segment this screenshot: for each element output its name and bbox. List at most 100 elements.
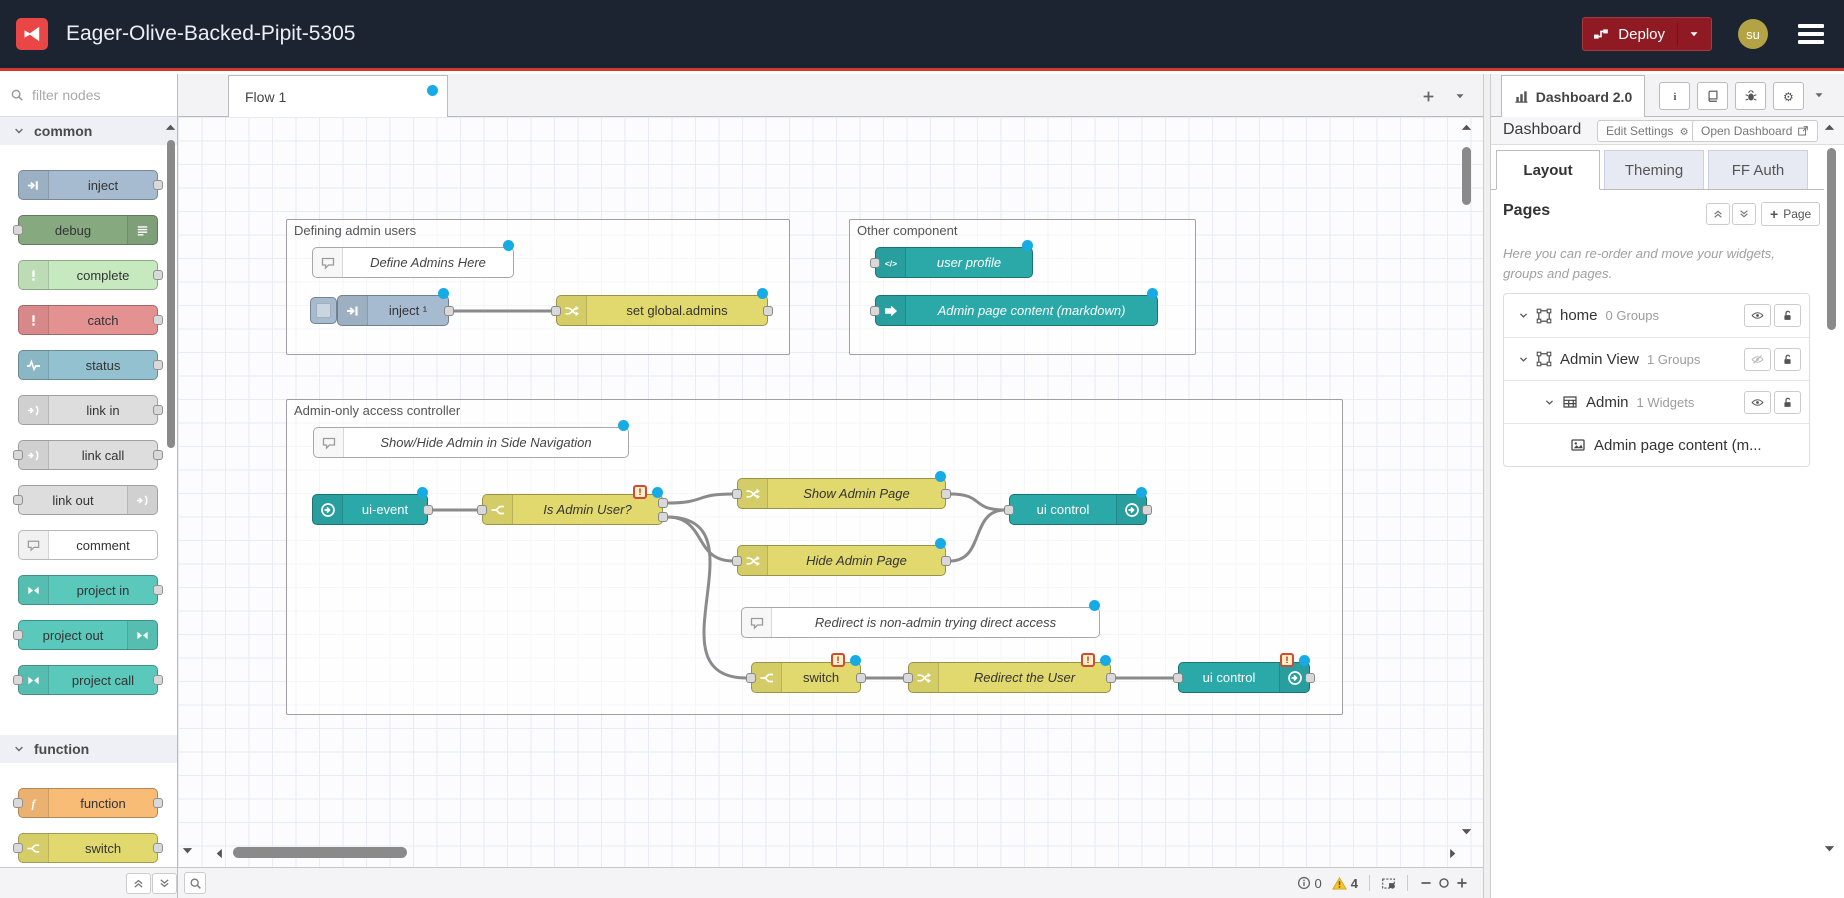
eye-button[interactable] <box>1744 304 1771 327</box>
sidebar-scroll-down-arrow[interactable] <box>1822 841 1837 856</box>
palette-node-debug[interactable]: debug <box>18 215 158 245</box>
canvas-horizontal-scrollbar[interactable] <box>233 847 407 858</box>
sidebar-scrollbar[interactable] <box>1827 148 1836 330</box>
open-dashboard-button[interactable]: Open Dashboard <box>1692 120 1818 142</box>
palette-node-status[interactable]: status <box>18 350 158 380</box>
deploy-button[interactable]: Deploy <box>1582 17 1712 51</box>
palette-scroll-up-arrow[interactable] <box>163 120 178 135</box>
palette-node-project-out[interactable]: project out <box>18 620 158 650</box>
expand-all-pages-button[interactable] <box>1732 203 1756 225</box>
input-port[interactable] <box>732 489 742 499</box>
zoom-in-button[interactable] <box>1455 876 1469 890</box>
zoom-reset-button[interactable] <box>1437 876 1451 890</box>
palette-node-function[interactable]: ffunction <box>18 788 158 818</box>
sidebar-tabs-caret[interactable] <box>1812 88 1826 102</box>
output-port[interactable] <box>423 505 433 515</box>
tree-row-home[interactable]: home0 Groups <box>1504 294 1809 337</box>
debug-tab-button[interactable] <box>1735 82 1766 110</box>
add-flow-button[interactable] <box>1417 86 1439 106</box>
info-tab-button[interactable]: i <box>1659 82 1690 110</box>
input-port[interactable] <box>551 306 561 316</box>
tree-row-admin-view[interactable]: Admin View1 Groups <box>1504 337 1809 380</box>
navigator-toggle-icon[interactable] <box>1381 876 1396 891</box>
output-port[interactable] <box>856 673 866 683</box>
canvas-search-button[interactable] <box>184 872 206 894</box>
output-port[interactable] <box>941 556 951 566</box>
unlock-button[interactable] <box>1774 304 1801 327</box>
collapse-categories-button[interactable] <box>126 873 151 894</box>
output-port[interactable] <box>444 306 454 316</box>
tab-ff-auth[interactable]: FF Auth <box>1708 150 1808 190</box>
output-port[interactable] <box>1305 673 1315 683</box>
chevron-down-icon[interactable] <box>1518 354 1529 365</box>
collapse-all-pages-button[interactable] <box>1706 203 1730 225</box>
output-port[interactable] <box>941 489 951 499</box>
input-port[interactable] <box>732 556 742 566</box>
canvas-vertical-scrollbar[interactable] <box>1462 147 1471 205</box>
output-port-2[interactable] <box>658 512 668 522</box>
sidebar-splitter[interactable] <box>1483 74 1491 898</box>
wire-isadmin-to-showadmin[interactable] <box>667 494 733 503</box>
zoom-out-button[interactable] <box>1419 876 1433 890</box>
tree-row-admin[interactable]: Admin1 Widgets <box>1504 380 1809 423</box>
chevron-down-icon[interactable] <box>1518 310 1529 321</box>
palette-node-project-in[interactable]: project in <box>18 575 158 605</box>
add-page-button[interactable]: +Page <box>1761 202 1820 226</box>
canvas-scroll-down-arrow[interactable] <box>1459 824 1474 839</box>
main-menu-button[interactable] <box>1798 24 1824 44</box>
palette-scrollbar[interactable] <box>167 140 175 448</box>
canvas-scroll-left-arrow[interactable] <box>212 846 227 861</box>
canvas-scroll-right-arrow[interactable] <box>1445 846 1460 861</box>
help-tab-button[interactable] <box>1697 82 1728 110</box>
filter-nodes-input[interactable] <box>32 87 162 103</box>
palette-node-link-call[interactable]: link call <box>18 440 158 470</box>
chevron-down-icon[interactable] <box>1544 397 1555 408</box>
edit-settings-button[interactable]: Edit Settings⚙ <box>1597 120 1699 142</box>
palette-node-link-in[interactable]: link in <box>18 395 158 425</box>
output-port-1[interactable] <box>658 498 668 508</box>
canvas-scroll-up-arrow[interactable] <box>1459 120 1474 135</box>
wire-showadmin-to-uicontrol1[interactable] <box>950 494 1005 510</box>
palette-node-switch[interactable]: switch <box>18 833 158 863</box>
palette-category-function[interactable]: function <box>0 735 177 763</box>
palette-node-comment[interactable]: comment <box>18 530 158 560</box>
input-port[interactable] <box>1004 505 1014 515</box>
input-port[interactable] <box>870 258 880 268</box>
input-port[interactable] <box>746 673 756 683</box>
right-sidebar: Dashboard 2.0 i ⚙ Dashboard Edit Setting… <box>1491 74 1844 898</box>
palette-node-catch[interactable]: catch <box>18 305 158 335</box>
tab-flow-1[interactable]: Flow 1 <box>228 75 448 117</box>
tab-layout[interactable]: Layout <box>1496 150 1600 190</box>
output-port[interactable] <box>763 306 773 316</box>
tab-dashboard-2[interactable]: Dashboard 2.0 <box>1501 75 1645 117</box>
config-nodes-tab-button[interactable]: ⚙ <box>1773 82 1804 110</box>
output-port[interactable] <box>1106 673 1116 683</box>
wire-hideadmin-to-uicontrol1[interactable] <box>950 510 1005 561</box>
tab-theming[interactable]: Theming <box>1604 150 1704 190</box>
sidebar-scroll-up-arrow[interactable] <box>1822 120 1837 135</box>
flow-list-caret[interactable] <box>1449 86 1471 106</box>
palette-node-complete[interactable]: complete <box>18 260 158 290</box>
palette-category-common[interactable]: common <box>0 117 177 145</box>
palette-node-link-out[interactable]: link out <box>18 485 158 515</box>
palette-scroll-down-arrow[interactable] <box>180 843 195 858</box>
input-port[interactable] <box>477 505 487 515</box>
palette-node-inject[interactable]: inject <box>18 170 158 200</box>
tree-row-admin-page-content-m-[interactable]: Admin page content (m... <box>1504 423 1809 466</box>
unlock-button[interactable] <box>1774 348 1801 371</box>
output-port[interactable] <box>1142 505 1152 515</box>
deploy-options-caret-icon[interactable] <box>1687 27 1701 41</box>
input-port[interactable] <box>903 673 913 683</box>
wire-isadmin-to-switch2[interactable] <box>667 517 747 678</box>
inject-button[interactable] <box>310 297 337 324</box>
palette-node-project-call[interactable]: project call <box>18 665 158 695</box>
input-port[interactable] <box>1173 673 1183 683</box>
input-port[interactable] <box>870 306 880 316</box>
flow-canvas[interactable]: Defining admin usersOther componentAdmin… <box>178 117 1483 867</box>
expand-categories-button[interactable] <box>152 873 177 894</box>
eye-off-button[interactable] <box>1744 348 1771 371</box>
eye-button[interactable] <box>1744 391 1771 414</box>
unlock-button[interactable] <box>1774 391 1801 414</box>
user-avatar[interactable]: su <box>1738 19 1768 49</box>
wire-isadmin-to-hideadmin[interactable] <box>667 517 733 561</box>
